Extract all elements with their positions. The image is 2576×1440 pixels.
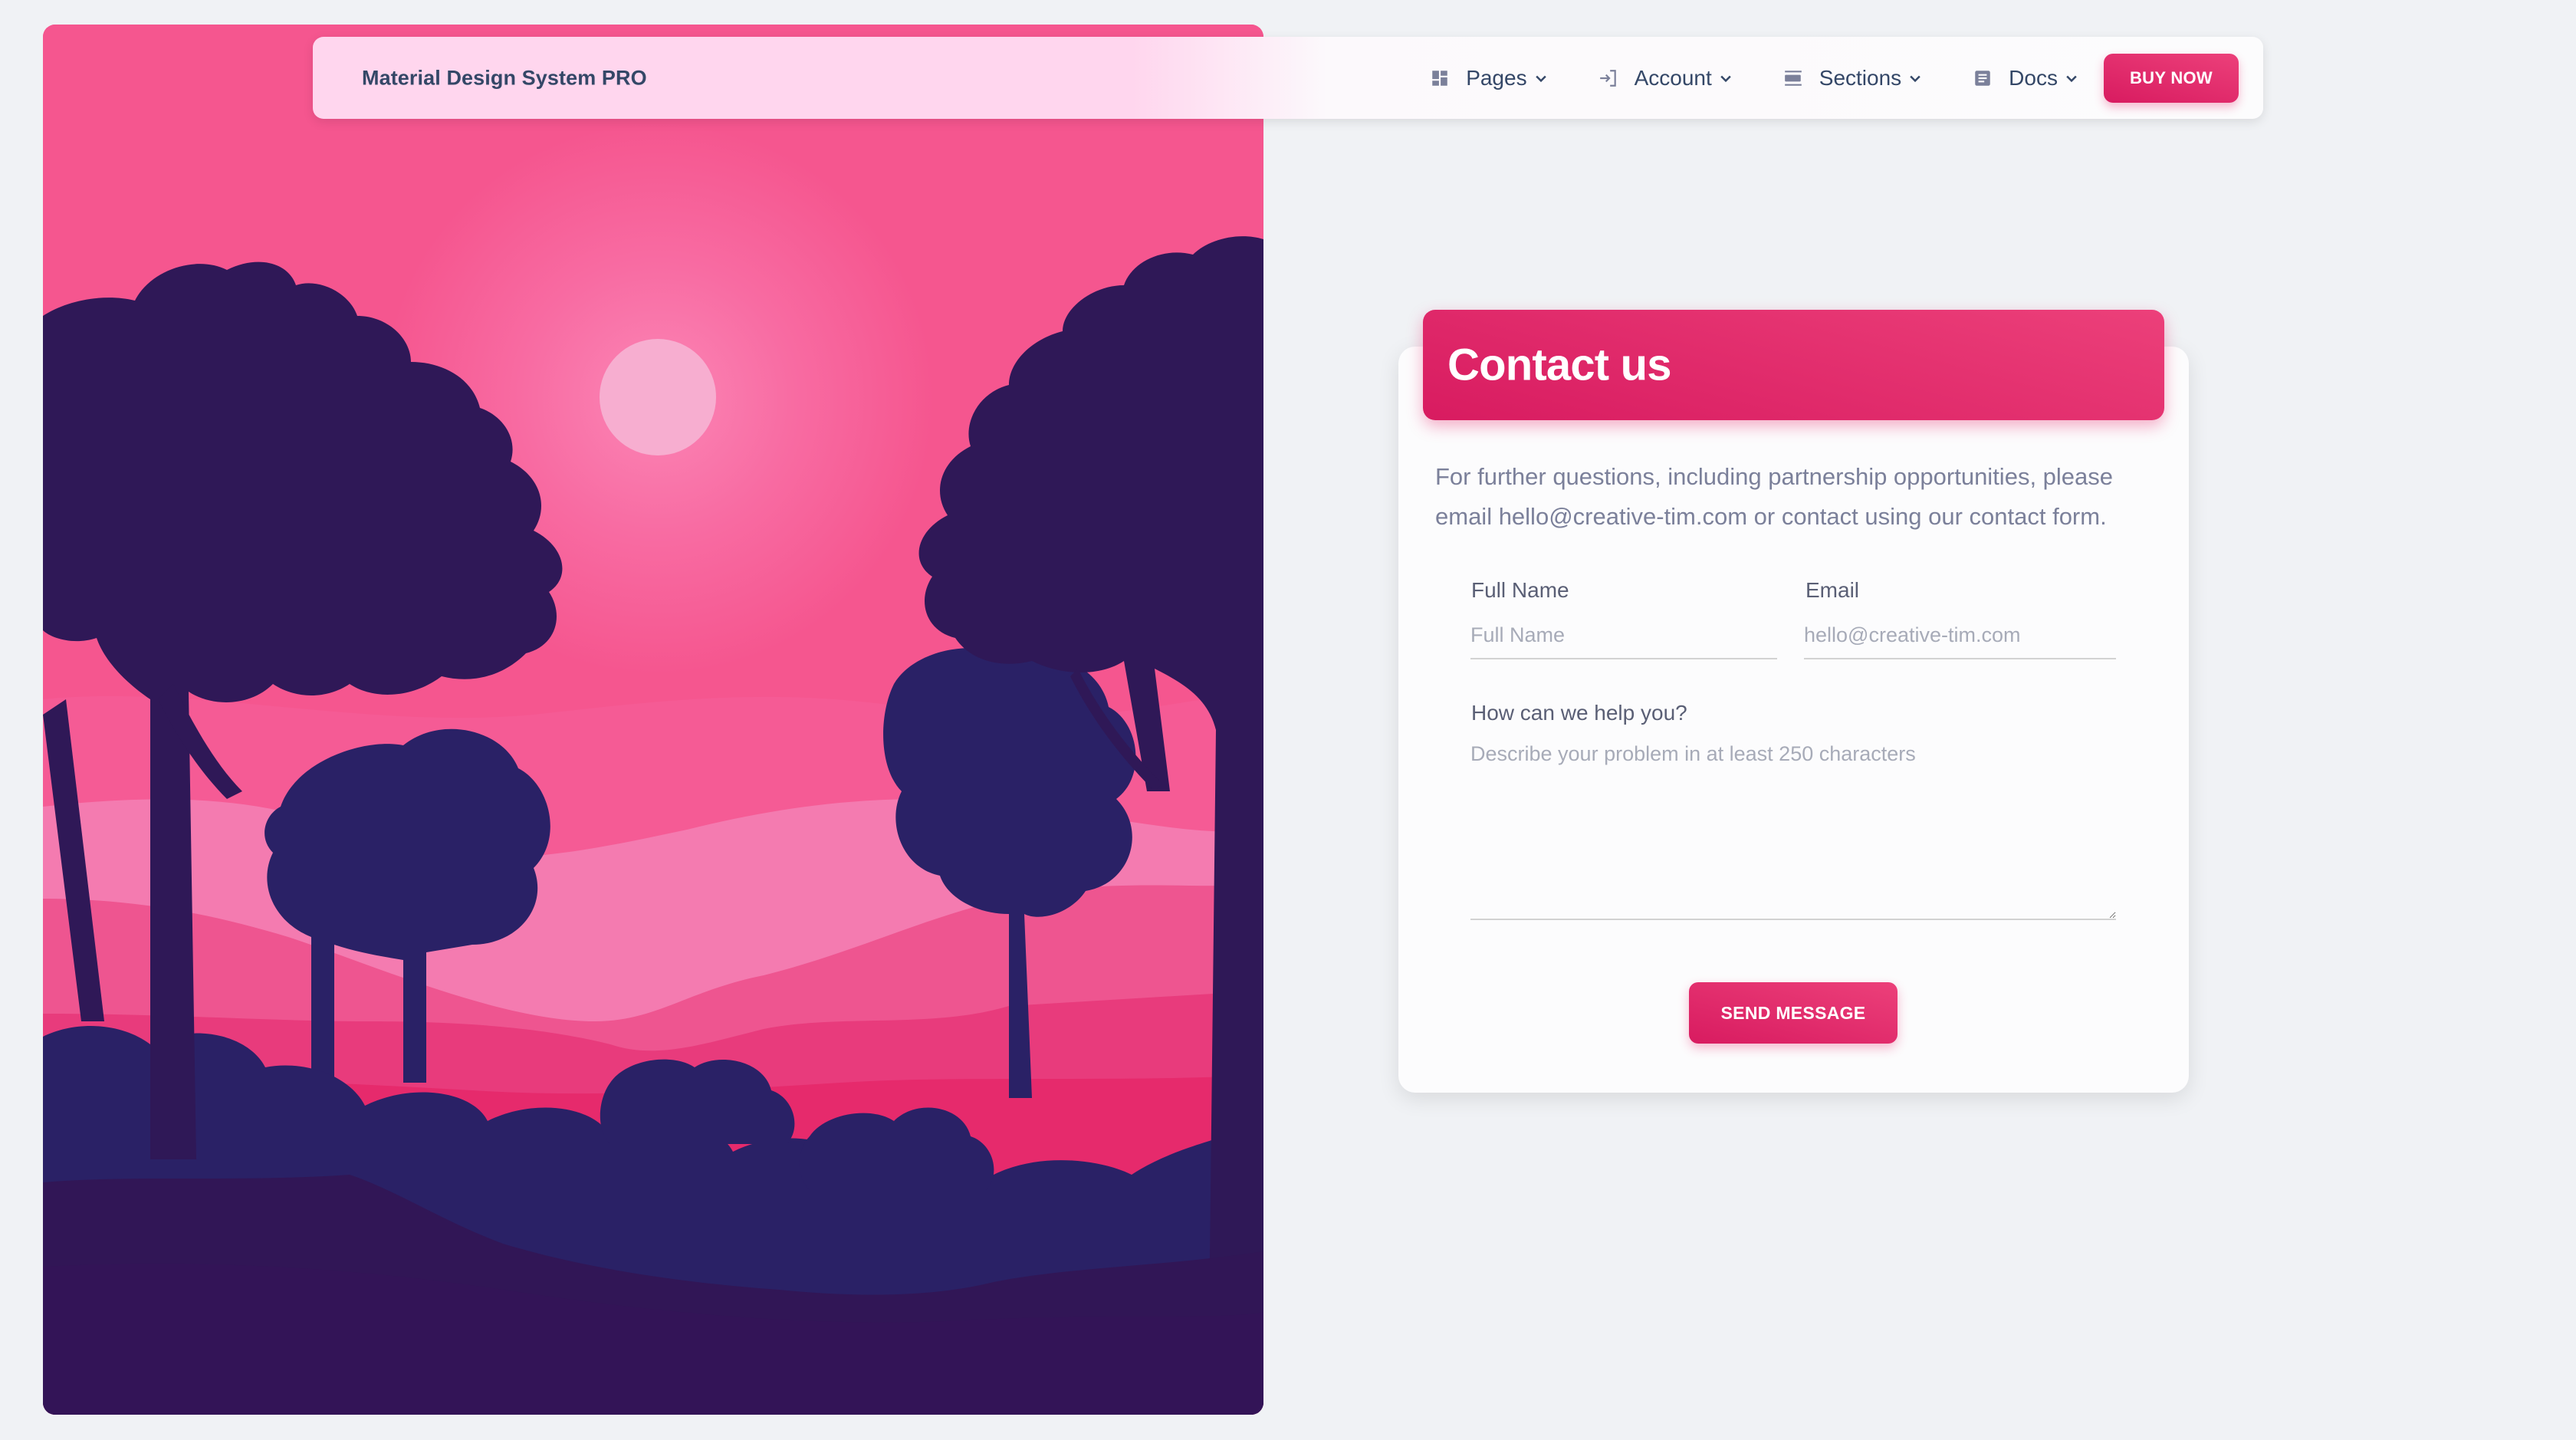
sunset-forest-image: [43, 25, 1263, 1415]
article-icon: [1972, 67, 1993, 89]
login-icon: [1598, 67, 1619, 89]
full-name-input[interactable]: [1470, 620, 1777, 659]
buy-now-button[interactable]: BUY NOW: [2103, 53, 2239, 103]
contact-title: Contact us: [1447, 340, 1671, 390]
message-label: How can we help you?: [1471, 701, 1687, 725]
nav-label-pages: Pages: [1466, 65, 1527, 90]
moon: [600, 339, 716, 455]
nav-label-account: Account: [1634, 65, 1712, 90]
dashboard-icon: [1429, 67, 1451, 89]
email-label: Email: [1806, 578, 1860, 602]
full-name-label: Full Name: [1471, 578, 1569, 602]
contact-card-header: Contact us: [1423, 310, 2164, 420]
nav-label-sections: Sections: [1819, 65, 1902, 90]
contact-description: For further questions, including partner…: [1435, 463, 2114, 530]
chevron-down-icon: [1533, 71, 1549, 86]
send-message-button[interactable]: SEND MESSAGE: [1689, 982, 1898, 1044]
nav-item-sections[interactable]: Sections: [1783, 66, 1923, 90]
nav-item-docs[interactable]: Docs: [1972, 66, 2079, 90]
nav-item-pages[interactable]: Pages: [1429, 66, 1548, 90]
chevron-down-icon: [2064, 71, 2079, 86]
nav-item-account[interactable]: Account: [1598, 66, 1733, 90]
message-textarea[interactable]: [1470, 742, 2116, 920]
email-input[interactable]: [1804, 620, 2116, 659]
brand-logo-text[interactable]: Material Design System PRO: [362, 66, 647, 90]
top-navbar: Material Design System PRO Pages Account: [313, 37, 2263, 119]
chevron-down-icon: [1907, 71, 1923, 86]
nav-links: Pages Account Sections Docs BUY NOW: [1429, 37, 2239, 119]
nav-label-docs: Docs: [2009, 65, 2058, 90]
chevron-down-icon: [1718, 71, 1733, 86]
hero-illustration: [43, 25, 1263, 1415]
view-day-icon: [1783, 67, 1804, 89]
